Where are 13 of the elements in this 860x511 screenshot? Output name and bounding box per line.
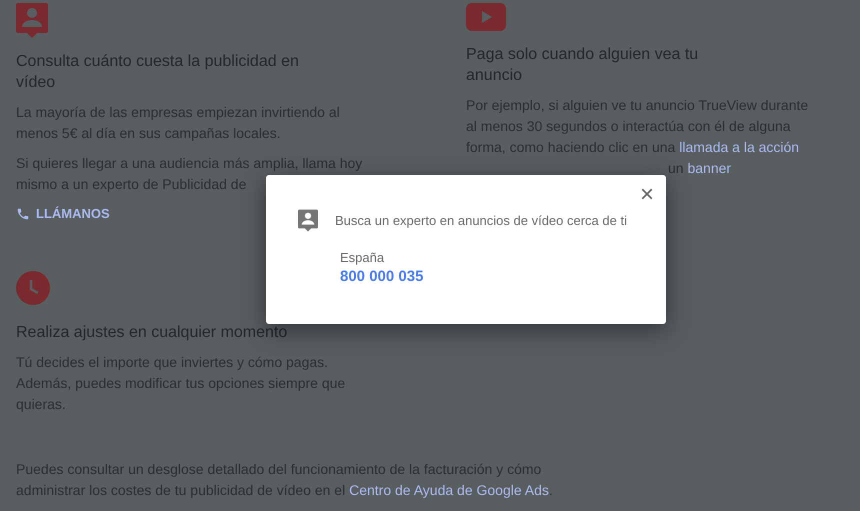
close-button[interactable]: × xyxy=(640,183,654,207)
call-link[interactable]: LLÁMANOS xyxy=(16,204,110,224)
person-pin-icon xyxy=(298,209,318,232)
text-link[interactable]: banner xyxy=(687,160,732,176)
dialog-heading: Busca un experto en anuncios de vídeo cerca de ti xyxy=(335,212,627,230)
play-icon xyxy=(466,3,506,31)
text-link[interactable]: llamada a la acción xyxy=(679,139,800,155)
country-label: España xyxy=(340,249,386,266)
phone-icon xyxy=(16,206,30,221)
text-link[interactable]: Centro de Ayuda de Google Ads xyxy=(349,482,549,498)
phone-link[interactable]: 800 000 035 xyxy=(340,268,424,285)
clock-icon xyxy=(16,270,50,305)
person-pin-icon xyxy=(16,3,48,38)
